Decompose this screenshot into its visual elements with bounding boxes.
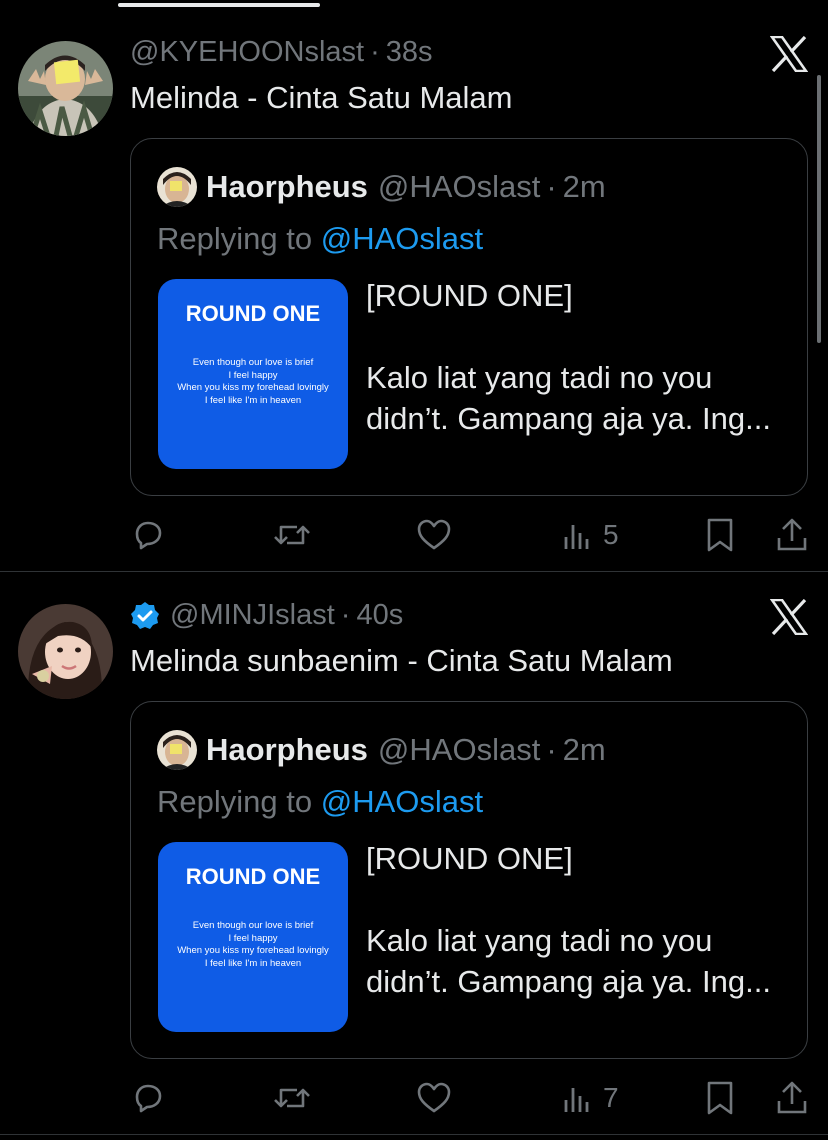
separator-dot: ·	[370, 36, 380, 68]
lyric-line: When you kiss my forehead lovingly	[177, 945, 329, 956]
retweet-icon	[274, 525, 310, 545]
top-bar	[0, 0, 828, 8]
separator-dot: ·	[546, 169, 557, 204]
quoted-tweet[interactable]: Haorpheus @HAOslast · 2m Replying to @HA…	[130, 701, 808, 1059]
card-title: ROUND ONE	[185, 864, 321, 889]
author-handle[interactable]: @KYEHOONslast	[130, 36, 364, 69]
quoted-text: [ROUND ONE] Kalo liat yang tadi no you d…	[366, 838, 796, 1002]
reply-button[interactable]	[130, 1076, 166, 1120]
views-icon	[564, 525, 589, 549]
views-icon	[564, 1088, 589, 1112]
reply-icon	[135, 1084, 162, 1113]
lyric-line: I feel happy	[228, 369, 278, 381]
avatar[interactable]	[18, 604, 113, 699]
x-logo-icon[interactable]	[769, 35, 809, 73]
separator-dot: ·	[340, 599, 351, 631]
quoted-author-row: Haorpheus @HAOslast · 2m	[157, 167, 606, 207]
replying-to: Replying to @HAOslast	[157, 784, 483, 820]
retweet-button[interactable]	[272, 1076, 312, 1120]
tweet-divider	[0, 1134, 828, 1135]
tweet-text: Melinda - Cinta Satu Malam	[130, 80, 513, 115]
bookmark-icon	[707, 518, 733, 552]
timestamp[interactable]: 40s	[356, 599, 403, 632]
quoted-text-line: Kalo liat yang tadi no you	[366, 923, 713, 958]
replying-to-label: Replying to	[157, 784, 313, 819]
action-bar: 5	[0, 513, 828, 557]
quoted-media[interactable]: ROUND ONE Even though our love is brief …	[158, 279, 348, 469]
share-button[interactable]	[775, 513, 809, 557]
quoted-text-line: [ROUND ONE]	[366, 278, 573, 313]
action-bar: 7	[0, 1076, 828, 1120]
quoted-timestamp: 2m	[562, 732, 606, 767]
quoted-media[interactable]: ROUND ONE Even though our love is brief …	[158, 842, 348, 1032]
views-count: 7	[603, 1082, 619, 1113]
tweet-text: Melinda sunbaenim - Cinta Satu Malam	[130, 643, 673, 678]
bookmark-button[interactable]	[704, 1076, 736, 1120]
author-row: @KYEHOONslast · 38s	[130, 36, 433, 69]
verified-badge-icon	[130, 601, 160, 631]
x-logo-icon[interactable]	[769, 598, 809, 636]
card-lyrics: Even though our love is brief I feel hap…	[158, 357, 348, 407]
reply-button[interactable]	[130, 513, 166, 557]
lyric-line: I feel like I'm in heaven	[204, 394, 302, 406]
quoted-author-handle: @HAOslast	[377, 169, 541, 204]
quoted-text-line: Kalo liat yang tadi no you	[366, 360, 713, 395]
bookmark-icon	[707, 1081, 733, 1115]
replying-to-label: Replying to	[157, 221, 313, 256]
avatar[interactable]	[18, 41, 113, 136]
tweet[interactable]: @KYEHOONslast · 38s Melinda - Cinta Satu…	[0, 8, 828, 571]
quoted-avatar	[157, 730, 197, 770]
quoted-text-line: didn’t. Gampang aja ya. Ing...	[366, 964, 771, 999]
like-icon	[417, 519, 451, 550]
share-icon	[777, 1081, 807, 1114]
author-handle[interactable]: @MINJIslast	[170, 599, 335, 632]
card-lyrics: Even though our love is brief I feel hap…	[158, 920, 348, 970]
quoted-author-row: Haorpheus @HAOslast · 2m	[157, 730, 606, 770]
quoted-text-line: [ROUND ONE]	[366, 841, 573, 876]
lyric-line: Even though our love is brief	[192, 920, 314, 931]
separator-dot: ·	[546, 732, 557, 767]
like-icon	[417, 1082, 451, 1113]
retweet-button[interactable]	[272, 513, 312, 557]
replying-to-mention[interactable]: @HAOslast	[321, 221, 483, 256]
quoted-avatar	[157, 167, 197, 207]
bookmark-button[interactable]	[704, 513, 736, 557]
author-row: @MINJIslast · 40s	[130, 599, 403, 632]
views-button[interactable]: 5	[561, 513, 619, 557]
quoted-author-name: Haorpheus	[206, 732, 368, 767]
quoted-timestamp: 2m	[562, 169, 606, 204]
quoted-text-line: didn’t. Gampang aja ya. Ing...	[366, 401, 771, 436]
like-button[interactable]	[415, 1076, 453, 1120]
card-title: ROUND ONE	[185, 301, 321, 326]
lyric-line: Even though our love is brief	[192, 357, 314, 368]
lyric-line: I feel like I'm in heaven	[204, 957, 302, 969]
quoted-author-name: Haorpheus	[206, 169, 368, 204]
tweet[interactable]: @MINJIslast · 40s Melinda sunbaenim - Ci…	[0, 571, 828, 1134]
timestamp[interactable]: 38s	[386, 36, 433, 69]
like-button[interactable]	[415, 513, 453, 557]
share-icon	[777, 518, 807, 551]
views-button[interactable]: 7	[561, 1076, 619, 1120]
quoted-tweet[interactable]: Haorpheus @HAOslast · 2m Replying to @HA…	[130, 138, 808, 496]
lyric-line: When you kiss my forehead lovingly	[177, 382, 329, 393]
quoted-author-handle: @HAOslast	[377, 732, 541, 767]
views-count: 5	[603, 519, 619, 550]
reply-icon	[135, 521, 162, 550]
replying-to-mention[interactable]: @HAOslast	[321, 784, 483, 819]
lyric-line: I feel happy	[228, 932, 278, 944]
scroll-indicator	[118, 3, 320, 7]
share-button[interactable]	[775, 1076, 809, 1120]
quoted-text: [ROUND ONE] Kalo liat yang tadi no you d…	[366, 275, 796, 439]
retweet-icon	[274, 1088, 310, 1108]
replying-to: Replying to @HAOslast	[157, 221, 483, 257]
